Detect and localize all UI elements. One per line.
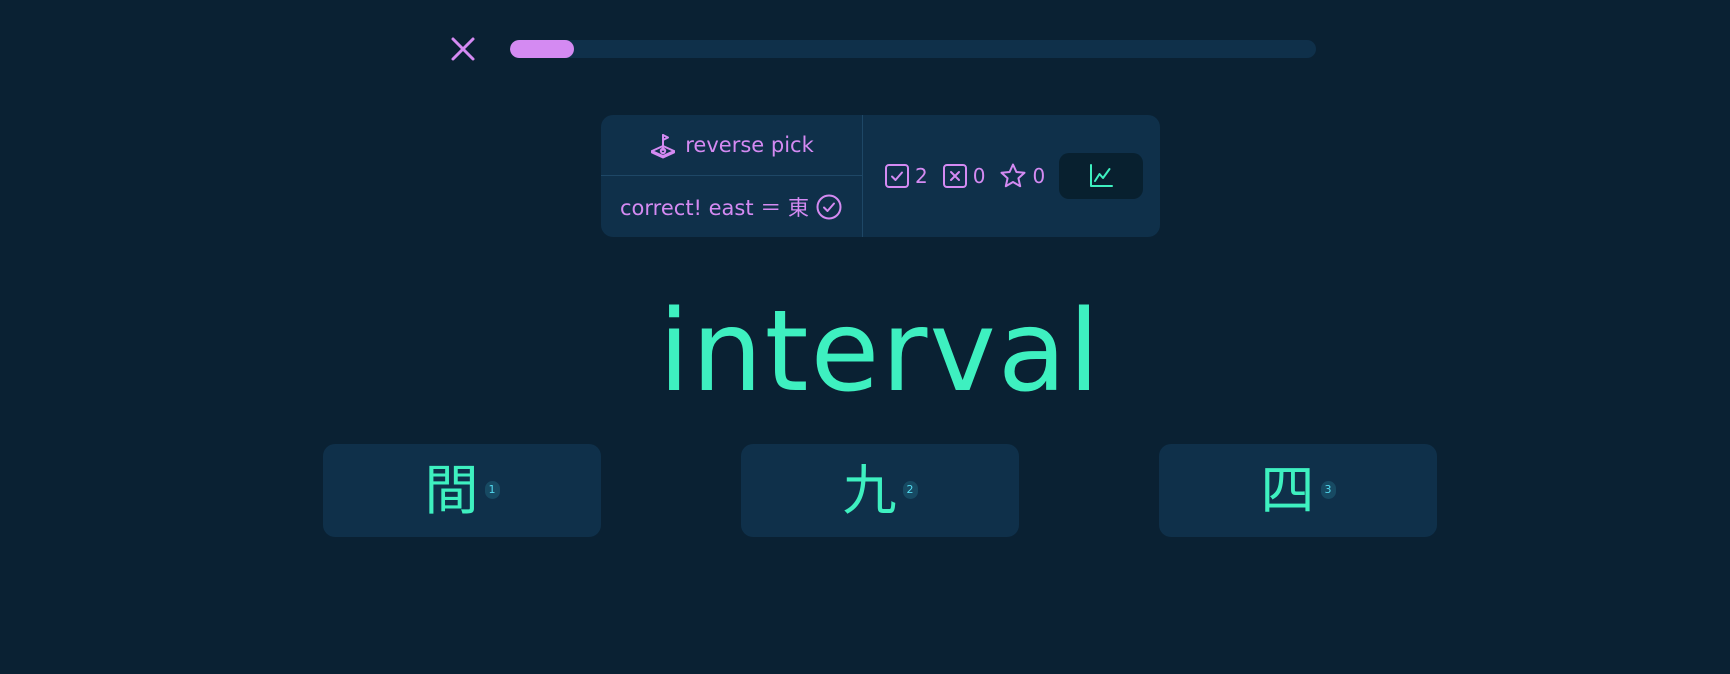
info-right-panel: 2 0 0 — [863, 115, 1160, 237]
choice-button-1[interactable]: 間 1 — [323, 444, 601, 537]
prompt-word: interval — [658, 287, 1102, 417]
quiz-page: reverse pick correct! east ＝ 東 2 0 0 int… — [0, 0, 1730, 674]
choice-glyph: 九 — [842, 458, 897, 522]
joystick-icon — [649, 131, 677, 159]
wrong-count: 0 — [942, 163, 986, 189]
choice-button-2[interactable]: 九 2 — [741, 444, 1019, 537]
choice-key-badge: 3 — [1320, 480, 1336, 499]
wrong-count-value: 0 — [972, 164, 986, 188]
feedback-message: correct! east ＝ 東 — [601, 176, 862, 237]
starred-count-value: 0 — [1032, 164, 1046, 188]
choice-key-badge: 1 — [484, 480, 500, 499]
stats-button[interactable] — [1059, 153, 1144, 199]
progress-fill — [510, 40, 575, 58]
feedback-text: correct! east ＝ 東 — [620, 195, 809, 220]
mode-indicator: reverse pick — [601, 115, 862, 176]
correct-count: 2 — [884, 163, 928, 189]
info-card: reverse pick correct! east ＝ 東 2 0 0 — [601, 115, 1160, 237]
close-icon — [450, 36, 476, 62]
correct-count-value: 2 — [915, 164, 928, 188]
choice-glyph: 間 — [424, 458, 479, 522]
info-left-panel: reverse pick correct! east ＝ 東 — [601, 115, 863, 237]
check-circle-icon — [815, 193, 843, 221]
checkbox-x-icon — [942, 163, 968, 189]
checkbox-check-icon — [884, 163, 910, 189]
progress-bar — [510, 40, 1316, 58]
choice-key-badge: 2 — [902, 480, 918, 499]
mode-label: reverse pick — [685, 133, 814, 157]
starred-count: 0 — [999, 162, 1045, 190]
close-button[interactable] — [448, 34, 478, 64]
chart-line-icon — [1087, 162, 1115, 190]
star-icon — [999, 162, 1027, 190]
choice-button-3[interactable]: 四 3 — [1159, 444, 1437, 537]
choice-glyph: 四 — [1260, 458, 1315, 522]
